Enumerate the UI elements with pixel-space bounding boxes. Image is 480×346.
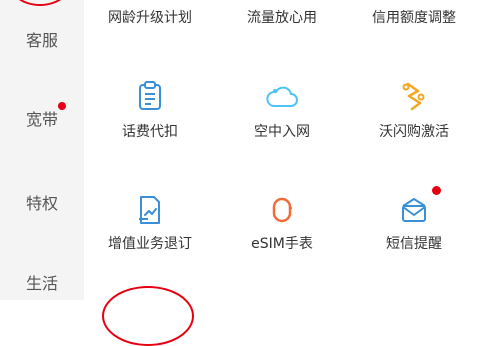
notification-dot (58, 102, 66, 110)
sidebar-item-label: 客服 (25, 31, 58, 50)
service-bill-auto-deduct[interactable]: 话费代扣 (84, 75, 216, 150)
clipboard-icon (139, 81, 161, 110)
notification-dot (432, 186, 441, 195)
lightning-icon (402, 82, 425, 111)
sidebar-item-label: 宽带 (25, 110, 58, 129)
service-label: 空中入网 (254, 124, 310, 140)
refund-document-icon (139, 196, 160, 224)
next-item-circle-outline (102, 286, 194, 346)
service-esim-watch[interactable]: eSIM手表 (216, 190, 348, 265)
service-label: 信用额度调整 (372, 10, 456, 26)
sidebar-item-customer-service[interactable]: 客服 (0, 27, 84, 51)
service-label: 流量放心用 (247, 10, 317, 26)
service-air-network-access[interactable]: 空中入网 (216, 75, 348, 150)
sidebar-item-life[interactable]: 生活 (0, 270, 84, 294)
service-label: eSIM手表 (251, 236, 313, 252)
service-label: 网龄升级计划 (108, 10, 192, 26)
envelope-icon (402, 198, 426, 222)
sidebar-item-label: 特权 (25, 194, 58, 213)
service-label: 沃闪购激活 (379, 124, 449, 140)
service-label: 短信提醒 (386, 236, 442, 252)
service-sms-reminder[interactable]: 短信提醒 (348, 186, 480, 265)
category-sidebar: 客服 宽带 特权 生活 (0, 0, 84, 300)
service-label: 话费代扣 (122, 124, 178, 140)
service-label: 增值业务退订 (108, 236, 192, 252)
service-value-added-unsubscribe[interactable]: 增值业务退订 (84, 190, 216, 265)
selected-indicator-arc (8, 0, 72, 6)
sidebar-item-broadband[interactable]: 宽带 (0, 102, 84, 130)
service-flash-purchase-activate[interactable]: 沃闪购激活 (348, 75, 480, 150)
service-grid: 网龄升级计划 流量放心用 信用额度调整 话费代扣 空中入网 沃闪购激活 增值业务… (84, 0, 480, 346)
sidebar-item-privileges[interactable]: 特权 (0, 190, 84, 214)
service-credit-limit-adjust[interactable]: 信用额度调整 (348, 0, 480, 40)
watch-icon (272, 197, 292, 223)
cloud-icon (266, 86, 298, 107)
service-data-worry-free[interactable]: 流量放心用 (216, 0, 348, 40)
service-network-age-upgrade[interactable]: 网龄升级计划 (84, 0, 216, 40)
sidebar-item-label: 生活 (25, 274, 58, 293)
